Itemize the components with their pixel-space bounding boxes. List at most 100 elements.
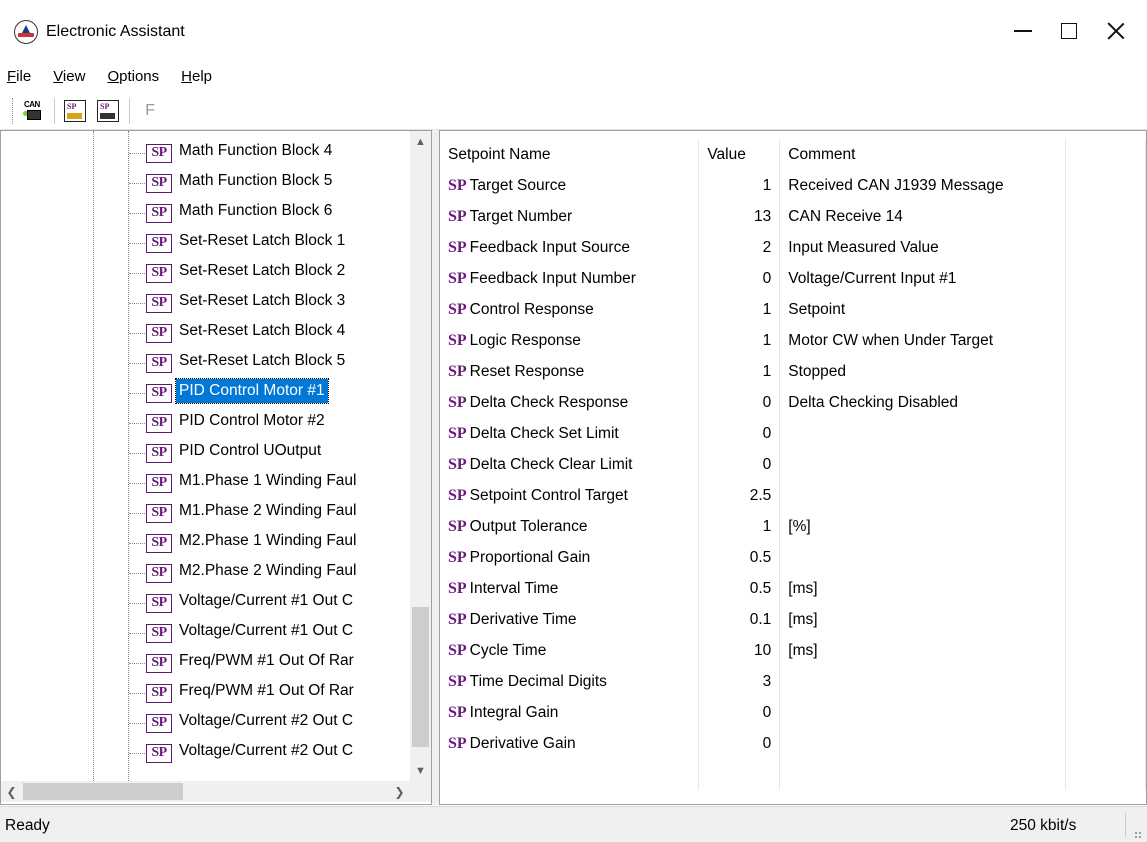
table-row[interactable]: SP Target Source 1 Received CAN J1939 Messa…: [440, 170, 1146, 201]
setpoint-value-cell[interactable]: 1: [698, 170, 781, 201]
setpoint-name-cell[interactable]: SP Time Decimal Digits: [440, 666, 700, 697]
scroll-up-icon[interactable]: ▲: [410, 131, 431, 152]
table-row[interactable]: SP Feedback Input Source 2 Input Measured V…: [440, 232, 1146, 263]
setpoint-name-cell[interactable]: SP Reset Response: [440, 356, 700, 387]
tree-item[interactable]: SP PID Control UOutput: [1, 436, 409, 466]
setpoint-tree[interactable]: SP Math Function Block 4 SP Math Function B…: [0, 130, 432, 805]
tree-item[interactable]: SP M1.Phase 2 Winding Faul: [1, 496, 409, 526]
setpoint-value-cell[interactable]: 0: [698, 387, 781, 418]
setpoint-value-cell[interactable]: 1: [698, 511, 781, 542]
table-row[interactable]: SP Interval Time 0.5 [ms]: [440, 573, 1146, 604]
scroll-right-icon[interactable]: ❯: [389, 781, 410, 802]
table-row[interactable]: SP Reset Response 1 Stopped: [440, 356, 1146, 387]
setpoint-value-cell[interactable]: 0.5: [698, 573, 781, 604]
tree-item[interactable]: SP Set-Reset Latch Block 3: [1, 286, 409, 316]
scroll-down-icon[interactable]: ▼: [410, 760, 431, 781]
setpoint-value-cell[interactable]: 0: [698, 263, 781, 294]
setpoint-name-cell[interactable]: SP Setpoint Control Target: [440, 480, 700, 511]
setpoint-value-cell[interactable]: 0: [698, 697, 781, 728]
setpoint-name-cell[interactable]: SP Logic Response: [440, 325, 700, 356]
table-row[interactable]: SP Delta Check Clear Limit 0: [440, 449, 1146, 480]
scroll-left-icon[interactable]: ❮: [1, 781, 22, 802]
toolbar-grip[interactable]: [12, 97, 15, 124]
setpoint-value-cell[interactable]: 0.5: [698, 542, 781, 573]
setpoint-name-cell[interactable]: SP Delta Check Response: [440, 387, 700, 418]
setpoint-value-cell[interactable]: 13: [698, 201, 781, 232]
table-row[interactable]: SP Feedback Input Number 0 Voltage/Current …: [440, 263, 1146, 294]
tree-item[interactable]: SP Set-Reset Latch Block 5: [1, 346, 409, 376]
tree-item[interactable]: SP Math Function Block 5: [1, 166, 409, 196]
pane-splitter[interactable]: [432, 130, 439, 805]
setpoint-name-cell[interactable]: SP Feedback Input Number: [440, 263, 700, 294]
tree-item[interactable]: SP PID Control Motor #1: [1, 376, 409, 406]
setpoint-name-cell[interactable]: SP Delta Check Set Limit: [440, 418, 700, 449]
tree-hscroll-thumb[interactable]: [23, 783, 183, 800]
flash-button[interactable]: F: [136, 97, 164, 125]
setpoint-name-cell[interactable]: SP Derivative Gain: [440, 728, 700, 759]
header-comment[interactable]: Comment: [779, 139, 1067, 170]
table-row[interactable]: SP Time Decimal Digits 3: [440, 666, 1146, 697]
tree-item[interactable]: SP Freq/PWM #1 Out Of Rar: [1, 646, 409, 676]
header-setpoint-name[interactable]: Setpoint Name: [440, 139, 700, 170]
setpoint-value-cell[interactable]: 1: [698, 356, 781, 387]
setpoint-value-cell[interactable]: 0: [698, 449, 781, 480]
setpoint-name-cell[interactable]: SP Feedback Input Source: [440, 232, 700, 263]
tree-item[interactable]: SP Voltage/Current #1 Out C: [1, 586, 409, 616]
maximize-button[interactable]: [1046, 8, 1092, 54]
tree-item[interactable]: SP M2.Phase 1 Winding Faul: [1, 526, 409, 556]
table-row[interactable]: SP Delta Check Response 0 Delta Checking Di…: [440, 387, 1146, 418]
setpoint-name-cell[interactable]: SP Interval Time: [440, 573, 700, 604]
setpoint-name-cell[interactable]: SP Cycle Time: [440, 635, 700, 666]
setpoint-value-cell[interactable]: 1: [698, 294, 781, 325]
table-row[interactable]: SP Cycle Time 10 [ms]: [440, 635, 1146, 666]
setpoint-name-cell[interactable]: SP Output Tolerance: [440, 511, 700, 542]
setpoint-name-cell[interactable]: SP Target Number: [440, 201, 700, 232]
setpoint-value-cell[interactable]: 10: [698, 635, 781, 666]
table-row[interactable]: SP Control Response 1 Setpoint: [440, 294, 1146, 325]
tree-vertical-scrollbar[interactable]: ▲ ▼: [410, 131, 431, 781]
table-row[interactable]: SP Delta Check Set Limit 0: [440, 418, 1146, 449]
setpoint-name-cell[interactable]: SP Proportional Gain: [440, 542, 700, 573]
resize-grip-icon[interactable]: [1134, 831, 1142, 839]
setpoint-name-cell[interactable]: SP Control Response: [440, 294, 700, 325]
close-button[interactable]: [1093, 8, 1139, 54]
tree-item[interactable]: SP Set-Reset Latch Block 4: [1, 316, 409, 346]
setpoint-name-cell[interactable]: SP Target Source: [440, 170, 700, 201]
setpoint-value-cell[interactable]: 0: [698, 418, 781, 449]
tree-item[interactable]: SP M1.Phase 1 Winding Faul: [1, 466, 409, 496]
menu-file[interactable]: File: [7, 66, 31, 88]
tree-vscroll-thumb[interactable]: [412, 607, 429, 747]
tree-item[interactable]: SP Math Function Block 4: [1, 136, 409, 166]
setpoint-value-cell[interactable]: 0: [698, 728, 781, 759]
tree-item[interactable]: SP Voltage/Current #2 Out C: [1, 736, 409, 766]
table-row[interactable]: SP Proportional Gain 0.5: [440, 542, 1146, 573]
setpoint-value-cell[interactable]: 2.5: [698, 480, 781, 511]
save-setpoint-file-button[interactable]: SP: [94, 97, 122, 125]
setpoint-value-cell[interactable]: 2: [698, 232, 781, 263]
setpoint-value-cell[interactable]: 0.1: [698, 604, 781, 635]
tree-horizontal-scrollbar[interactable]: ❮ ❯: [1, 781, 410, 802]
tree-item[interactable]: SP Voltage/Current #2 Out C: [1, 706, 409, 736]
table-row[interactable]: SP Derivative Time 0.1 [ms]: [440, 604, 1146, 635]
setpoint-value-cell[interactable]: 1: [698, 325, 781, 356]
setpoint-value-cell[interactable]: 3: [698, 666, 781, 697]
table-row[interactable]: SP Integral Gain 0: [440, 697, 1146, 728]
table-row[interactable]: SP Output Tolerance 1 [%]: [440, 511, 1146, 542]
app-logo-icon[interactable]: [14, 20, 38, 44]
header-value[interactable]: Value: [698, 139, 781, 170]
tree-item[interactable]: SP M2.Phase 2 Winding Faul: [1, 556, 409, 586]
tree-item[interactable]: SP Set-Reset Latch Block 2: [1, 256, 409, 286]
table-row[interactable]: SP Setpoint Control Target 2.5: [440, 480, 1146, 511]
open-setpoint-file-button[interactable]: SP: [61, 97, 89, 125]
can-connect-button[interactable]: CAN: [19, 97, 47, 125]
setpoint-name-cell[interactable]: SP Delta Check Clear Limit: [440, 449, 700, 480]
tree-item[interactable]: SP Freq/PWM #1 Out Of Rar: [1, 676, 409, 706]
tree-item[interactable]: SP Voltage/Current #1 Out C: [1, 616, 409, 646]
menu-view[interactable]: View: [53, 66, 85, 88]
menu-help[interactable]: Help: [181, 66, 212, 88]
setpoint-name-cell[interactable]: SP Integral Gain: [440, 697, 700, 728]
tree-item[interactable]: SP Math Function Block 6: [1, 196, 409, 226]
table-row[interactable]: SP Derivative Gain 0: [440, 728, 1146, 759]
tree-item[interactable]: SP Set-Reset Latch Block 1: [1, 226, 409, 256]
tree-item[interactable]: SP PID Control Motor #2: [1, 406, 409, 436]
